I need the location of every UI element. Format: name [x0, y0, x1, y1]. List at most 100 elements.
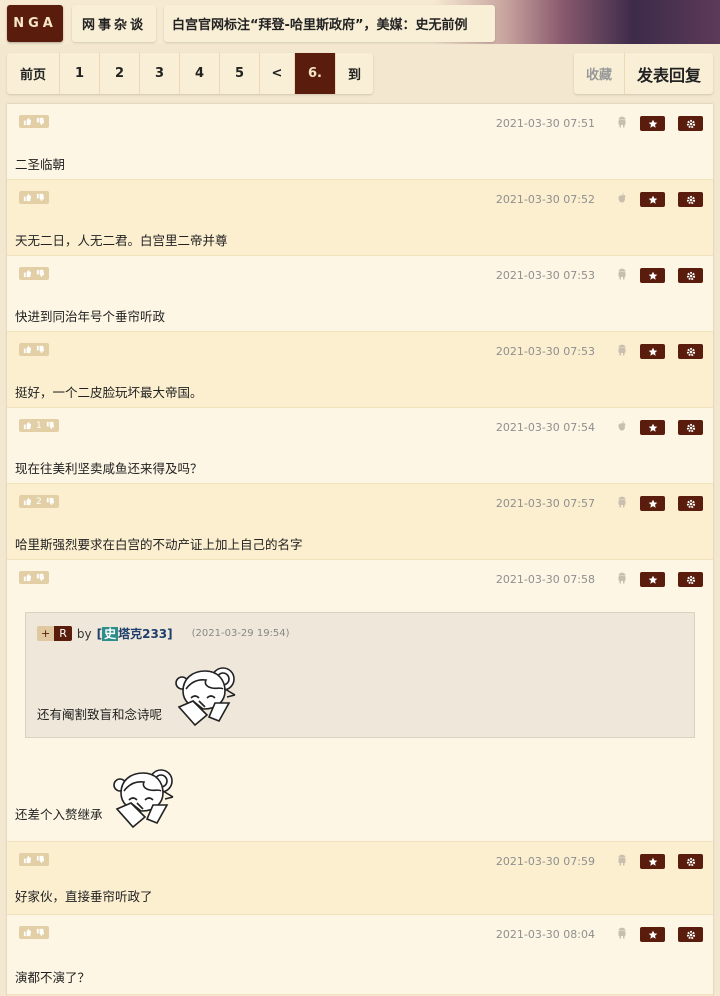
star-icon [648, 423, 658, 433]
page-prev-button[interactable]: 前页 [7, 53, 60, 94]
post-menu-button[interactable] [678, 268, 703, 283]
quote-header: + Rby [史塔克233] (2021-03-29 19:54) [37, 625, 290, 642]
quote-reply-tag[interactable]: R [54, 626, 72, 641]
post-row: 2021-03-30 07:53 快进到同治年号个垂帘听政 [7, 256, 713, 332]
quote-time: (2021-03-29 19:54) [191, 628, 290, 639]
thumbs-down-icon[interactable] [36, 855, 45, 864]
post-menu-button[interactable] [678, 496, 703, 511]
apple-icon [616, 420, 628, 432]
favorite-button[interactable]: 收藏 [574, 53, 625, 94]
thumbs-up-icon[interactable] [23, 573, 32, 582]
breadcrumb-forum[interactable]: 网事杂谈 [72, 5, 156, 42]
post-content: 挺好，一个二皮脸玩坏最大帝国。 [15, 385, 203, 400]
page-1-button[interactable]: 1 [60, 53, 100, 94]
page-2-button[interactable]: 2 [100, 53, 140, 94]
post-row: 2 2021-03-30 07:57 哈里斯强烈要求在白宫的不动产证上加上自己的名字 [7, 484, 713, 560]
quote-username: 塔克233 [118, 627, 168, 641]
thumbs-up-icon[interactable] [23, 855, 32, 864]
star-icon [648, 930, 658, 940]
post-menu-button[interactable] [678, 927, 703, 942]
thread-title[interactable]: 白宫官网标注“拜登-哈里斯政府”，美媒：史无前例 [164, 5, 495, 42]
star-button[interactable] [640, 420, 665, 435]
quote-expand-button[interactable]: + [37, 626, 55, 641]
user-badge: 史 [102, 627, 119, 641]
thumbs-down-icon[interactable] [36, 193, 45, 202]
post-content: 还差个入赘继承 [15, 807, 103, 822]
star-button[interactable] [640, 116, 665, 131]
thumbs-up-icon[interactable] [23, 345, 32, 354]
star-button[interactable] [640, 572, 665, 587]
vote-control [19, 926, 49, 939]
thumbs-down-icon[interactable] [36, 928, 45, 937]
gear-icon [686, 575, 696, 585]
thumbs-down-icon[interactable] [36, 269, 45, 278]
post-date: 2021-03-30 07:54 [495, 421, 595, 434]
star-icon [648, 857, 658, 867]
quote-text: 还有阉割致盲和念诗呢 [37, 707, 163, 722]
post-menu-button[interactable] [678, 116, 703, 131]
post-row: 2021-03-30 08:04 演都不演了？ [7, 915, 713, 995]
star-icon [648, 575, 658, 585]
page-goto-button[interactable]: 到 [336, 53, 373, 94]
star-button[interactable] [640, 192, 665, 207]
post-content: 天无二日，人无二君。白宫里二帝并尊 [15, 233, 228, 248]
thumbs-up-icon[interactable] [23, 193, 32, 202]
post-content: 哈里斯强烈要求在白宫的不动产证上加上自己的名字 [15, 537, 303, 552]
vote-control [19, 115, 49, 128]
vote-count: 2 [36, 496, 42, 507]
post-menu-button[interactable] [678, 854, 703, 869]
post-content: 二圣临朝 [15, 157, 66, 172]
vote-control [19, 343, 49, 356]
post-menu-button[interactable] [678, 420, 703, 435]
star-button[interactable] [640, 854, 665, 869]
star-icon [648, 499, 658, 509]
gear-icon [686, 857, 696, 867]
android-icon [616, 116, 628, 128]
site-logo[interactable]: NGA [7, 5, 63, 42]
gear-icon [686, 930, 696, 940]
star-icon [648, 195, 658, 205]
post-menu-button[interactable] [678, 344, 703, 359]
post-content: 演都不演了？ [15, 970, 91, 985]
post-row: 2021-03-30 07:59 好家伙，直接垂帘听政了 [7, 842, 713, 915]
page-back-button[interactable]: < [260, 53, 295, 94]
gear-icon [686, 347, 696, 357]
star-button[interactable] [640, 496, 665, 511]
android-icon [616, 268, 628, 280]
thumbs-up-icon[interactable] [23, 421, 32, 430]
vote-count: 1 [36, 420, 42, 431]
star-button[interactable] [640, 268, 665, 283]
thumbs-down-icon[interactable] [36, 345, 45, 354]
star-button[interactable] [640, 344, 665, 359]
star-button[interactable] [640, 927, 665, 942]
quote-author[interactable]: [史塔克233] [97, 625, 173, 642]
page-3-button[interactable]: 3 [140, 53, 180, 94]
thumbs-down-icon[interactable] [36, 573, 45, 582]
thumbs-up-icon[interactable] [23, 497, 32, 506]
thumbs-down-icon[interactable] [36, 117, 45, 126]
android-icon [616, 344, 628, 356]
post-menu-button[interactable] [678, 192, 703, 207]
thumbs-up-icon[interactable] [23, 117, 32, 126]
page-4-button[interactable]: 4 [180, 53, 220, 94]
reply-button[interactable]: 发表回复 [625, 53, 713, 94]
vote-control [19, 191, 49, 204]
post-row: 2021-03-30 07:58 + Rby [史塔克233] (2021-03-29 … [7, 560, 713, 842]
gear-icon [686, 423, 696, 433]
post-row: 2021-03-30 07:52 天无二日，人无二君。白宫里二帝并尊 [7, 180, 713, 256]
sticker-image [107, 765, 177, 829]
thumbs-down-icon[interactable] [46, 497, 55, 506]
post-date: 2021-03-30 07:53 [495, 269, 595, 282]
gear-icon [686, 119, 696, 129]
post-content: 好家伙，直接垂帘听政了 [15, 889, 153, 904]
post-menu-button[interactable] [678, 572, 703, 587]
post-content: 现在往美利坚卖咸鱼还来得及吗？ [15, 461, 203, 476]
gear-icon [686, 499, 696, 509]
thumbs-down-icon[interactable] [46, 421, 55, 430]
vote-control: 1 [19, 419, 59, 432]
thumbs-up-icon[interactable] [23, 928, 32, 937]
post-date: 2021-03-30 07:59 [495, 855, 595, 868]
thumbs-up-icon[interactable] [23, 269, 32, 278]
page-5-button[interactable]: 5 [220, 53, 260, 94]
gear-icon [686, 195, 696, 205]
